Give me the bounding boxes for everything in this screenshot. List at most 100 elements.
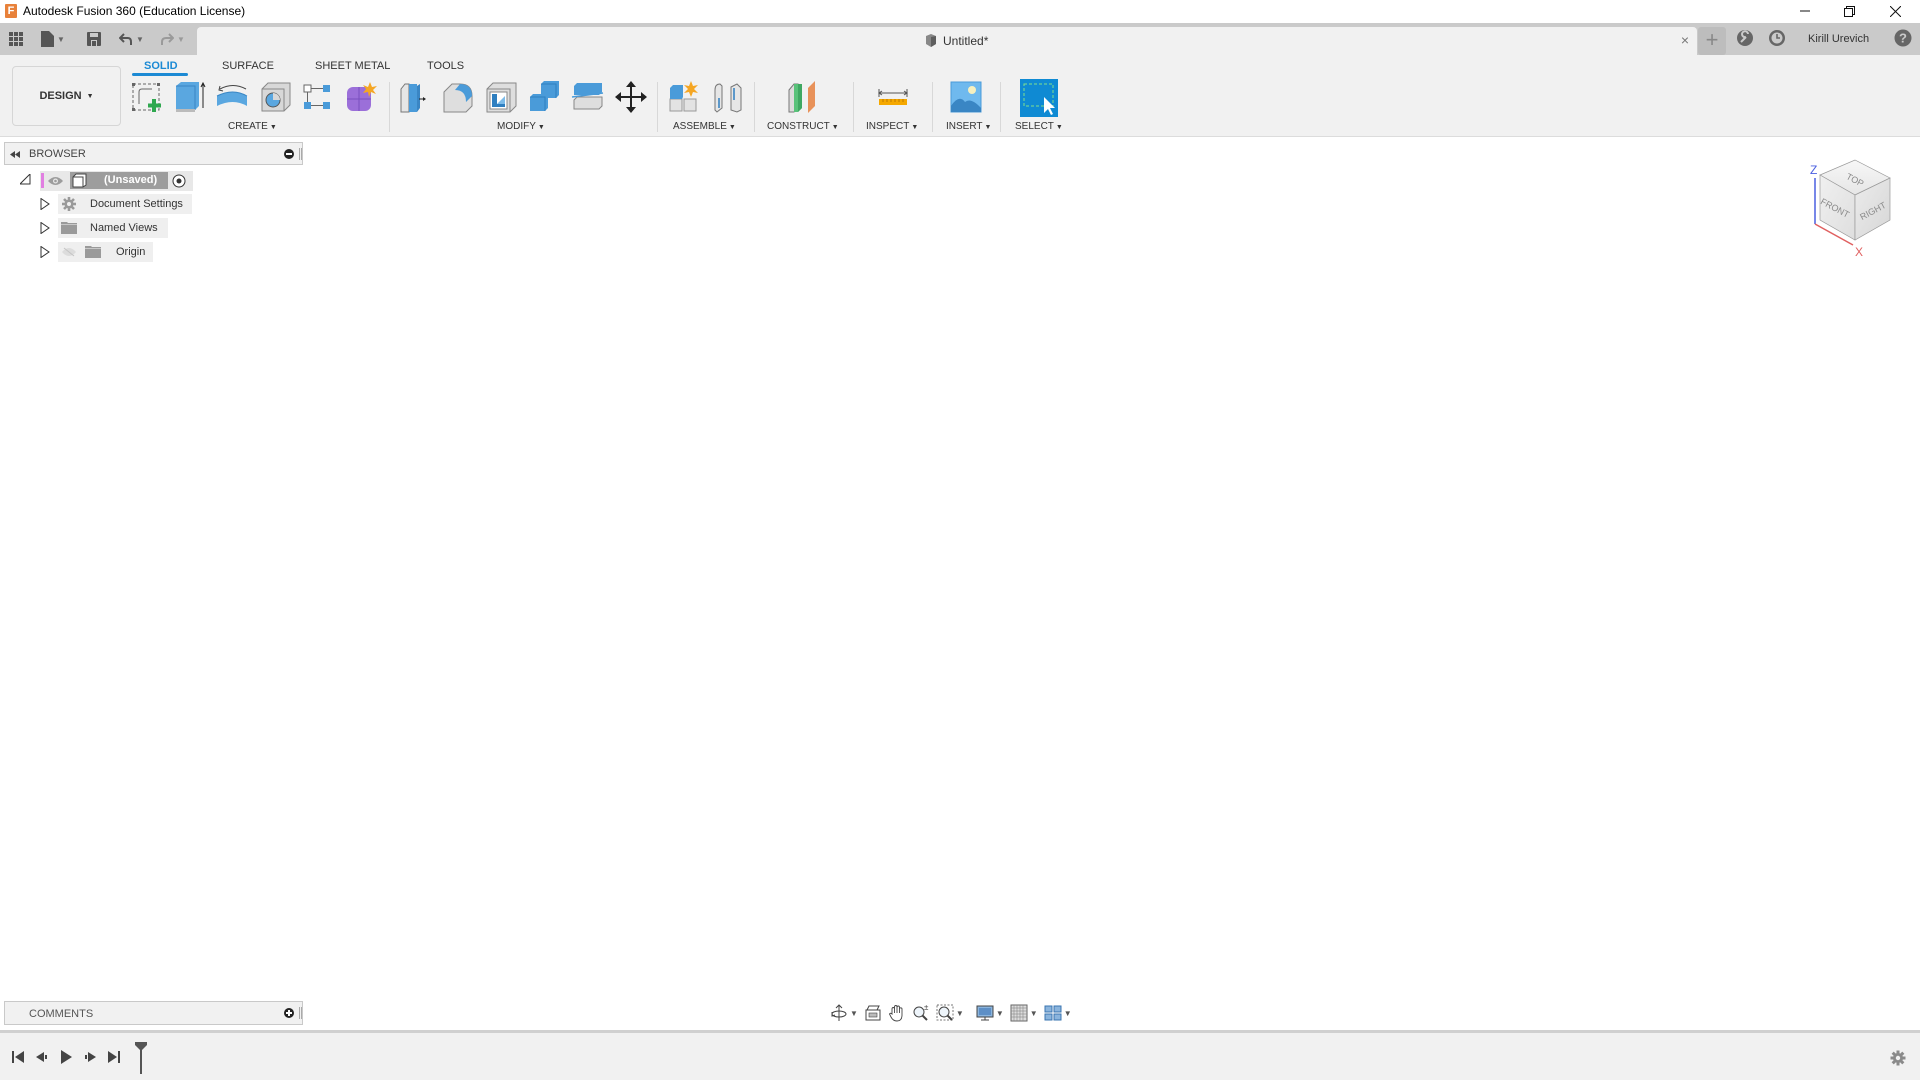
collapse-panel-icon[interactable] <box>10 151 20 158</box>
chevron-down-icon: ▼ <box>1029 1008 1038 1018</box>
expanded-triangle-icon[interactable] <box>20 174 31 185</box>
expand-panel-icon[interactable] <box>284 1008 294 1018</box>
look-at-button[interactable] <box>864 1004 882 1022</box>
step-forward-button[interactable] <box>82 1049 98 1065</box>
visibility-hidden-icon[interactable] <box>62 247 76 257</box>
select-button[interactable] <box>1020 79 1058 117</box>
display-settings-icon <box>976 1005 994 1021</box>
tree-item-document-settings[interactable]: Document Settings <box>58 194 192 214</box>
close-tab-button[interactable]: × <box>1681 32 1689 48</box>
insert-menu[interactable]: INSERT ▼ <box>946 121 991 132</box>
window-title: Autodesk Fusion 360 (Education License) <box>23 4 246 18</box>
document-tab[interactable]: Untitled* × <box>197 27 1697 55</box>
job-status-button[interactable] <box>1768 29 1786 47</box>
orbit-button[interactable]: ▼ <box>830 1004 858 1022</box>
chevron-down-icon: ▼ <box>728 124 736 131</box>
shell-button[interactable] <box>485 80 519 114</box>
press-pull-button[interactable] <box>399 80 433 114</box>
chevron-down-icon: ▼ <box>1055 124 1063 131</box>
hole-button[interactable] <box>259 80 293 114</box>
viewports-button[interactable]: ▼ <box>1044 1004 1072 1022</box>
split-body-button[interactable] <box>571 80 605 114</box>
resize-handle[interactable] <box>299 148 302 160</box>
insert-image-icon <box>950 81 982 113</box>
expand-triangle-icon[interactable] <box>40 198 50 210</box>
tree-root-row[interactable]: (Unsaved) <box>40 171 193 191</box>
extrude-button[interactable] <box>173 80 207 114</box>
assemble-menu[interactable]: ASSEMBLE ▼ <box>673 121 736 132</box>
title-bar: F Autodesk Fusion 360 (Education License… <box>0 0 1920 23</box>
timeline-marker-handle[interactable] <box>134 1042 148 1075</box>
pattern-button[interactable] <box>301 80 335 114</box>
undo-button[interactable]: ▼ <box>119 30 144 48</box>
minimize-button[interactable] <box>1782 0 1828 22</box>
joint-icon <box>714 83 742 113</box>
close-window-button[interactable] <box>1872 0 1918 22</box>
insert-canvas-button[interactable] <box>949 80 983 114</box>
file-menu-button[interactable]: ▼ <box>41 30 65 48</box>
resize-handle[interactable] <box>299 1007 302 1019</box>
insert-label: INSERT <box>946 121 983 132</box>
joint-button[interactable] <box>711 80 745 114</box>
fit-button[interactable]: ▼ <box>936 1004 964 1022</box>
select-label: SELECT <box>1015 121 1054 132</box>
pan-button[interactable] <box>888 1004 906 1022</box>
press-pull-icon <box>400 83 426 113</box>
new-tab-button[interactable]: + <box>1698 27 1726 55</box>
chevron-down-icon: ▼ <box>984 124 992 131</box>
construct-menu[interactable]: CONSTRUCT ▼ <box>767 121 839 132</box>
go-to-end-button[interactable] <box>106 1049 122 1065</box>
viewcube[interactable]: TOP FRONT RIGHT Z X <box>1795 150 1915 265</box>
save-button[interactable] <box>87 30 101 48</box>
data-panel-button[interactable] <box>9 30 23 48</box>
wrench-icon <box>1737 30 1753 46</box>
select-menu[interactable]: SELECT ▼ <box>1015 121 1063 132</box>
apps-grid-icon <box>9 32 23 46</box>
visibility-eye-icon[interactable] <box>48 176 63 186</box>
minimize-panel-icon[interactable] <box>284 149 294 159</box>
step-back-button[interactable] <box>34 1049 50 1065</box>
create-form-button[interactable] <box>344 80 378 114</box>
separator <box>389 82 390 132</box>
workspace-switcher[interactable]: DESIGN ▼ <box>12 66 121 126</box>
revolve-button[interactable] <box>216 80 250 114</box>
chevron-down-icon: ▼ <box>86 92 94 100</box>
tab-surface[interactable]: SURFACE <box>222 60 274 72</box>
move-copy-button[interactable] <box>614 80 648 114</box>
redo-button[interactable]: ▼ <box>160 30 185 48</box>
tree-item-origin[interactable]: Origin <box>58 242 153 262</box>
tree-item-named-views[interactable]: Named Views <box>58 218 168 238</box>
play-button[interactable] <box>58 1049 74 1065</box>
go-to-start-button[interactable] <box>10 1049 26 1065</box>
comments-panel-header: COMMENTS <box>4 1001 303 1025</box>
root-component-label-bg: (Unsaved) <box>70 172 168 189</box>
activate-radio-icon[interactable] <box>172 174 186 188</box>
workspace-label: DESIGN <box>39 90 82 102</box>
grid-snaps-button[interactable]: ▼ <box>1010 1004 1038 1022</box>
modify-menu[interactable]: MODIFY ▼ <box>497 121 545 132</box>
measure-button[interactable] <box>876 80 910 114</box>
fillet-button[interactable] <box>442 80 476 114</box>
combine-button[interactable] <box>528 80 562 114</box>
zoom-button[interactable]: ± <box>912 1004 930 1022</box>
create-sketch-icon <box>132 83 161 112</box>
create-sketch-button[interactable] <box>130 80 164 114</box>
display-settings-button[interactable]: ▼ <box>976 1004 1004 1022</box>
restore-button[interactable] <box>1826 0 1872 22</box>
timeline-settings-icon[interactable] <box>1890 1050 1906 1066</box>
help-button[interactable]: ? <box>1894 29 1912 47</box>
expand-triangle-icon[interactable] <box>40 222 50 234</box>
tab-solid[interactable]: SOLID <box>144 60 178 72</box>
tab-tools[interactable]: TOOLS <box>427 60 464 72</box>
tab-sheet-metal[interactable]: SHEET METAL <box>315 60 390 72</box>
inspect-menu[interactable]: INSPECT ▼ <box>866 121 918 132</box>
svg-text:?: ? <box>1899 31 1907 46</box>
user-account-button[interactable]: Kirill Urevich <box>1808 33 1869 45</box>
extensions-button[interactable] <box>1736 29 1754 47</box>
move-icon <box>615 81 647 113</box>
expand-triangle-icon[interactable] <box>40 246 50 258</box>
new-component-button[interactable] <box>667 80 701 114</box>
chevron-down-icon: ▼ <box>177 34 185 44</box>
offset-plane-button[interactable] <box>786 80 820 114</box>
create-menu[interactable]: CREATE ▼ <box>228 121 277 132</box>
